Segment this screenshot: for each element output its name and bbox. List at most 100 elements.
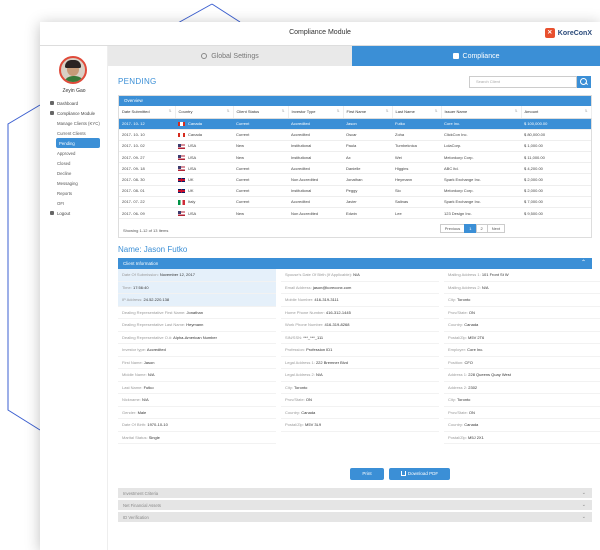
- table-row[interactable]: 2017- 06- 09 USA New Non Accredited Edwin Lee…: [119, 207, 591, 220]
- table-cell-amount: $ 4,200.00: [521, 162, 591, 175]
- accordion-net-financial-assets[interactable]: Net Financial Assets ⌄: [118, 500, 592, 511]
- sidebar-item-ofi[interactable]: OFI: [40, 198, 108, 208]
- column-header[interactable]: Client Status ⇅: [233, 106, 289, 119]
- cell-text: Heymann: [395, 177, 413, 183]
- table-row[interactable]: 2017- 10- 02 USA New Institutional Paula Turn…: [119, 140, 591, 153]
- field-value: 222 Bremner Blvd: [315, 359, 348, 365]
- column-header[interactable]: Last Name ⇅: [392, 106, 442, 119]
- clients-table: Date Submitted ⇅ Country ⇅ Client Status ⇅ Inv…: [119, 106, 592, 220]
- sidebar-item-label: Dashboard: [57, 100, 79, 106]
- table-row[interactable]: 2017- 09- 27 USA New Institutional Ax Wei Melo…: [119, 151, 591, 164]
- table-row[interactable]: 2017- 10- 10 Canada Current Accredited Oscar…: [119, 129, 591, 141]
- accordion-investment-criteria[interactable]: Investment Criteria ⌄: [118, 488, 592, 499]
- info-field: Home Phone Number: 416-312-1445: [281, 307, 439, 319]
- tab-compliance[interactable]: Compliance: [352, 46, 600, 66]
- column-header[interactable]: Investor Type ⇅: [288, 106, 344, 119]
- field-value: M5V 3L9: [305, 422, 322, 427]
- avatar[interactable]: [59, 56, 87, 84]
- sort-icon[interactable]: ⇅: [585, 109, 588, 113]
- cell-text: ABC ltd.: [444, 165, 459, 171]
- pagination-previous[interactable]: Previous: [439, 224, 466, 233]
- sidebar-item-dashboard[interactable]: Dashboard: [40, 98, 108, 108]
- column-header[interactable]: Country ⇅: [175, 106, 234, 119]
- table-cell-date: 2017- 09- 18: [119, 162, 175, 175]
- column-header-label: Date Submitted: [122, 109, 150, 115]
- sort-icon[interactable]: ⇅: [515, 109, 518, 113]
- sort-icon[interactable]: ⇅: [282, 109, 285, 113]
- column-header[interactable]: Date Submitted ⇅: [119, 106, 176, 119]
- table-row[interactable]: 2017- 10- 12 Canada Current Accredited Jason…: [119, 118, 591, 130]
- table-row[interactable]: 2017- 08- 01 UK Current Institutional Peggy S…: [119, 185, 591, 197]
- cell-text: 123 Design Inc.: [444, 210, 472, 216]
- cell-text: Edwin: [346, 210, 357, 216]
- sidebar-item-reports[interactable]: Reports: [40, 188, 108, 198]
- info-field: Mailing Address 2: N/A: [444, 282, 600, 294]
- window-title: Compliance Module: [289, 29, 351, 36]
- sidebar-item-messaging[interactable]: Messaging: [40, 178, 108, 188]
- sidebar-item-label: Decline: [57, 170, 72, 176]
- column-header[interactable]: First Name ⇅: [343, 106, 393, 119]
- download-pdf-button[interactable]: Download PDF: [389, 468, 450, 480]
- column-header-label: Last Name: [395, 109, 415, 115]
- sidebar-item-compliance-module[interactable]: Compliance Module: [40, 108, 108, 118]
- cell-text: Zoha: [395, 132, 405, 138]
- field-label: Postal/Zip:: [448, 334, 467, 340]
- accordion-id-verification[interactable]: ID Verification ⌄: [118, 512, 592, 523]
- sidebar-item-pending[interactable]: Pending: [56, 138, 100, 148]
- flag-us-icon: [178, 144, 185, 149]
- table-cell-issuer: Melonkorp Corp.: [441, 185, 521, 197]
- table-row[interactable]: 2017- 09- 18 USA Current Accredited Danielle…: [119, 162, 591, 175]
- sort-icon[interactable]: ⇅: [435, 109, 438, 113]
- table-cell-date: 2017- 06- 09: [119, 207, 175, 220]
- sidebar-item-decline[interactable]: Decline: [40, 168, 108, 178]
- table-cell-country: USA: [175, 151, 233, 164]
- sort-icon[interactable]: ⇅: [169, 109, 172, 113]
- table-cell-last: Turnbeknica: [392, 140, 441, 153]
- tab-global-settings[interactable]: Global Settings: [108, 46, 352, 66]
- cell-text: $ 100,000.00: [524, 121, 548, 127]
- sidebar-item-logout[interactable]: Logout: [40, 208, 108, 218]
- field-label: Prov/State:: [448, 309, 468, 315]
- accordion-label: Net Financial Assets: [123, 503, 161, 508]
- cell-text: Ax: [346, 154, 351, 160]
- field-value: Canada: [464, 322, 479, 327]
- cell-text: UK: [188, 188, 194, 194]
- cell-text: Salinas: [395, 199, 409, 205]
- sort-icon[interactable]: ⇅: [386, 109, 389, 113]
- field-value: jason@koreconx.com: [312, 284, 352, 290]
- search-button[interactable]: [577, 76, 591, 88]
- search-input[interactable]: Search Client: [469, 76, 577, 88]
- column-header[interactable]: Amount ⇅: [521, 106, 592, 119]
- sidebar-item-label: Compliance Module: [57, 110, 95, 116]
- cell-text: 2017- 06- 09: [122, 210, 145, 216]
- app-window: Compliance Module ✕ KoreConX Zeyin Gao D…: [40, 22, 600, 550]
- table-row[interactable]: 2017- 08- 30 UK Current Non Accredited Jonat…: [119, 173, 591, 186]
- logout-icon: [50, 211, 54, 215]
- sidebar-item-manage-clients-kyc[interactable]: Manage Clients (KYC): [40, 118, 108, 128]
- client-info-grid: Date Of Submission: November 12, 2017 Tim…: [118, 269, 600, 445]
- table-row[interactable]: 2017- 07- 22 Italy Current Accredited Javier…: [119, 196, 591, 209]
- field-label: Gender:: [122, 409, 137, 415]
- table-cell-date: 2017- 08- 01: [119, 185, 175, 197]
- client-info-header[interactable]: Client Information ⌃: [118, 258, 592, 269]
- table-cell-issuer: ClickCon Inc.: [441, 129, 521, 141]
- cell-text: Melonkorp Corp.: [444, 154, 474, 160]
- info-field: Last Name: Futko: [118, 382, 276, 394]
- sort-icon[interactable]: ⇅: [337, 109, 340, 113]
- shield-icon: [452, 53, 459, 59]
- sidebar-item-closed[interactable]: Closed: [40, 158, 108, 168]
- pagination-next[interactable]: Next: [486, 224, 505, 233]
- info-field: Legal Address 1: 222 Bremner Blvd: [281, 357, 439, 369]
- field-label: Address 1:: [448, 372, 468, 377]
- pagination: Previous 1 2 Next: [439, 224, 505, 233]
- info-field: Postal/Zip: M5V 2T6: [444, 332, 600, 344]
- table-cell-last: Salinas: [392, 196, 441, 209]
- sidebar-item-approved[interactable]: Approved: [40, 148, 108, 158]
- field-label: Postal/Zip:: [448, 434, 467, 440]
- sidebar-item-current-clients[interactable]: Current Clients: [40, 128, 108, 138]
- column-header[interactable]: Issuer Name ⇅: [441, 106, 522, 119]
- sort-icon[interactable]: ⇅: [227, 109, 230, 113]
- print-button[interactable]: Print: [350, 468, 384, 480]
- title-bar: Compliance Module ✕ KoreConX: [40, 22, 600, 46]
- chevron-down-icon: ⌄: [581, 490, 586, 496]
